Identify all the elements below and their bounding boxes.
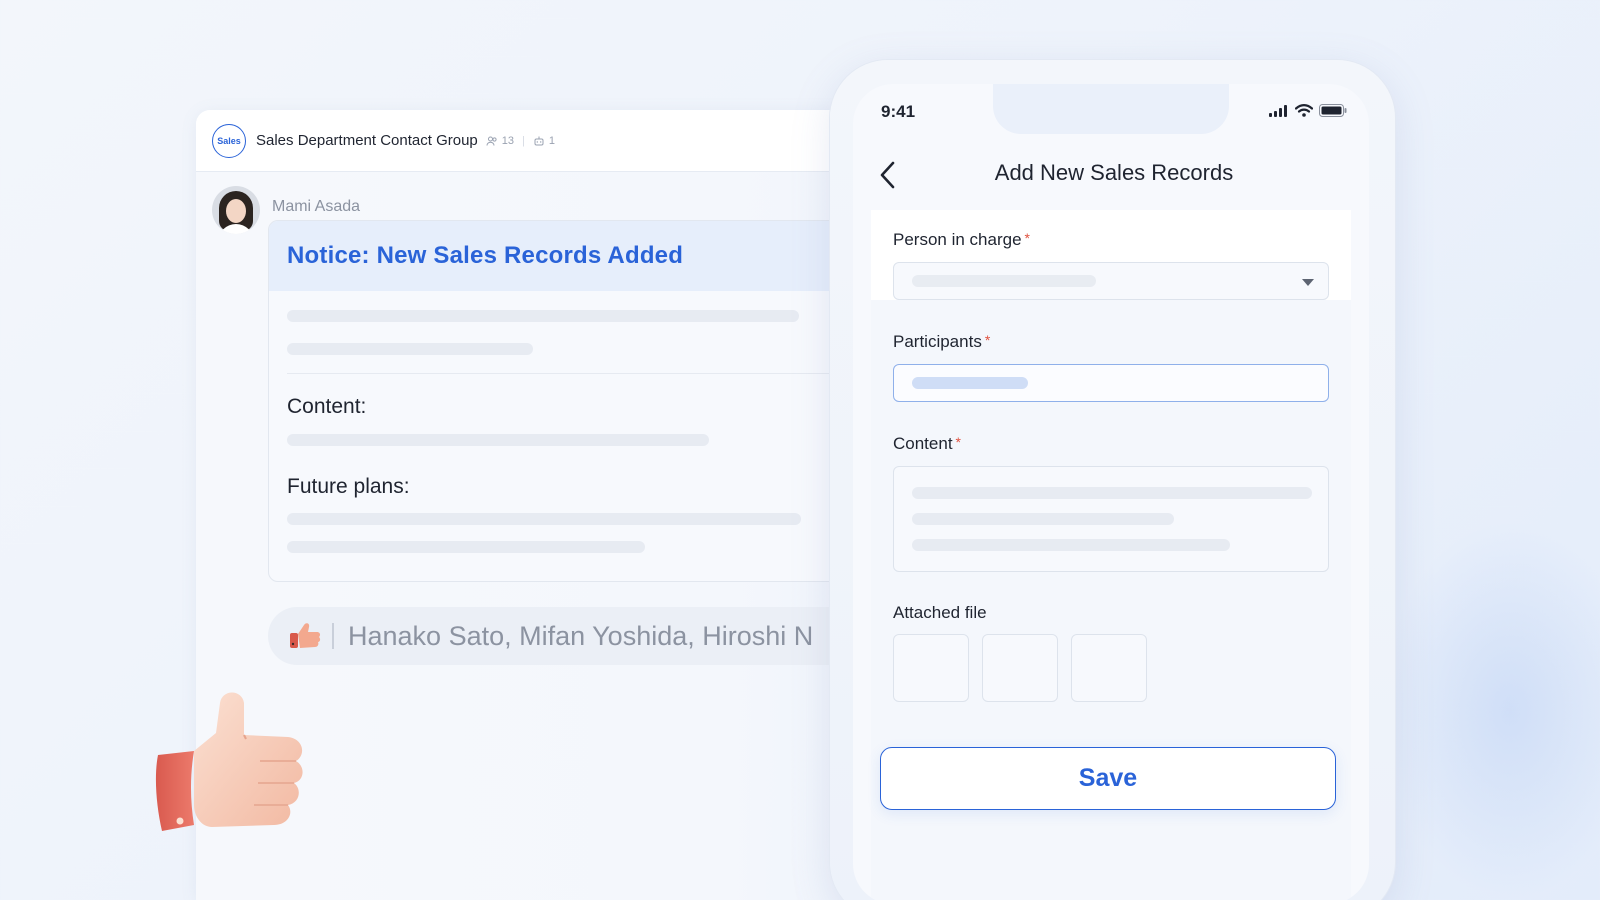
placeholder-line: [912, 539, 1230, 551]
battery-icon: [1319, 104, 1347, 117]
group-logo[interactable]: Sales: [212, 123, 246, 158]
group-name[interactable]: Sales Department Contact Group: [256, 132, 478, 149]
placeholder-line: [287, 513, 801, 525]
member-count: 13: [501, 134, 515, 147]
reaction-divider: [332, 623, 334, 649]
phone-notch: [993, 84, 1229, 134]
content-label: Content:: [287, 395, 367, 418]
participants-label-text: Participants: [893, 332, 982, 351]
attached-file-label: Attached file: [893, 603, 987, 622]
page-title: Add New Sales Records: [994, 160, 1234, 185]
selected-participant-chip: [912, 377, 1028, 389]
placeholder-line: [287, 343, 533, 355]
wifi-icon: [1295, 104, 1313, 117]
placeholder-line: [287, 541, 645, 553]
reaction-bar[interactable]: Hanako Sato, Mifan Yoshida, Hiroshi N: [268, 607, 856, 665]
future-plans-label: Future plans:: [287, 475, 410, 498]
signal-icon: [1269, 104, 1287, 117]
thumbs-up-illustration-icon: [155, 692, 303, 831]
attachment-slot[interactable]: [982, 634, 1058, 702]
required-marker: *: [1024, 230, 1030, 246]
placeholder-line: [912, 513, 1174, 525]
message-title: Notice: New Sales Records Added: [287, 242, 684, 269]
message-card-header: Notice: New Sales Records Added: [269, 221, 856, 291]
sender-name: Mami Asada: [272, 198, 361, 215]
required-marker: *: [984, 332, 991, 348]
bot-count: 1: [548, 134, 556, 147]
members-icon: [486, 136, 497, 146]
card-divider: [287, 373, 847, 374]
status-time: 9:41: [881, 102, 916, 121]
thumbs-up-icon[interactable]: [288, 621, 322, 651]
group-logo-text: Sales: [217, 135, 241, 146]
person-in-charge-label: Person in charge *: [893, 230, 1030, 250]
placeholder-line: [912, 275, 1096, 287]
save-button[interactable]: Save: [880, 747, 1336, 810]
placeholder-line: [287, 434, 709, 446]
reactor-names: Hanako Sato, Mifan Yoshida, Hiroshi N: [348, 620, 814, 651]
chat-header: Sales Sales Department Contact Group 13 …: [196, 110, 856, 172]
meta-divider: |: [522, 134, 525, 147]
attachment-slot[interactable]: [893, 634, 969, 702]
placeholder-line: [287, 310, 799, 322]
person-in-charge-select[interactable]: [893, 262, 1329, 300]
message-card[interactable]: Notice: New Sales Records Added Content:…: [268, 220, 856, 582]
content-field-label-text: Content: [893, 434, 953, 453]
participants-label: Participants *: [893, 332, 990, 352]
group-meta: 13 | 1: [486, 135, 555, 147]
content-field-label: Content *: [893, 434, 961, 454]
background-glow: [1380, 520, 1600, 900]
required-marker: *: [955, 434, 961, 450]
status-icons: [1269, 104, 1347, 117]
person-in-charge-label-text: Person in charge: [893, 230, 1022, 249]
placeholder-line: [912, 487, 1312, 499]
content-textarea[interactable]: [893, 466, 1329, 572]
participants-input[interactable]: [893, 364, 1329, 402]
attachment-slot[interactable]: [1071, 634, 1147, 702]
chevron-down-icon[interactable]: [1302, 279, 1314, 286]
bot-icon: [534, 136, 544, 145]
avatar[interactable]: [212, 186, 260, 234]
